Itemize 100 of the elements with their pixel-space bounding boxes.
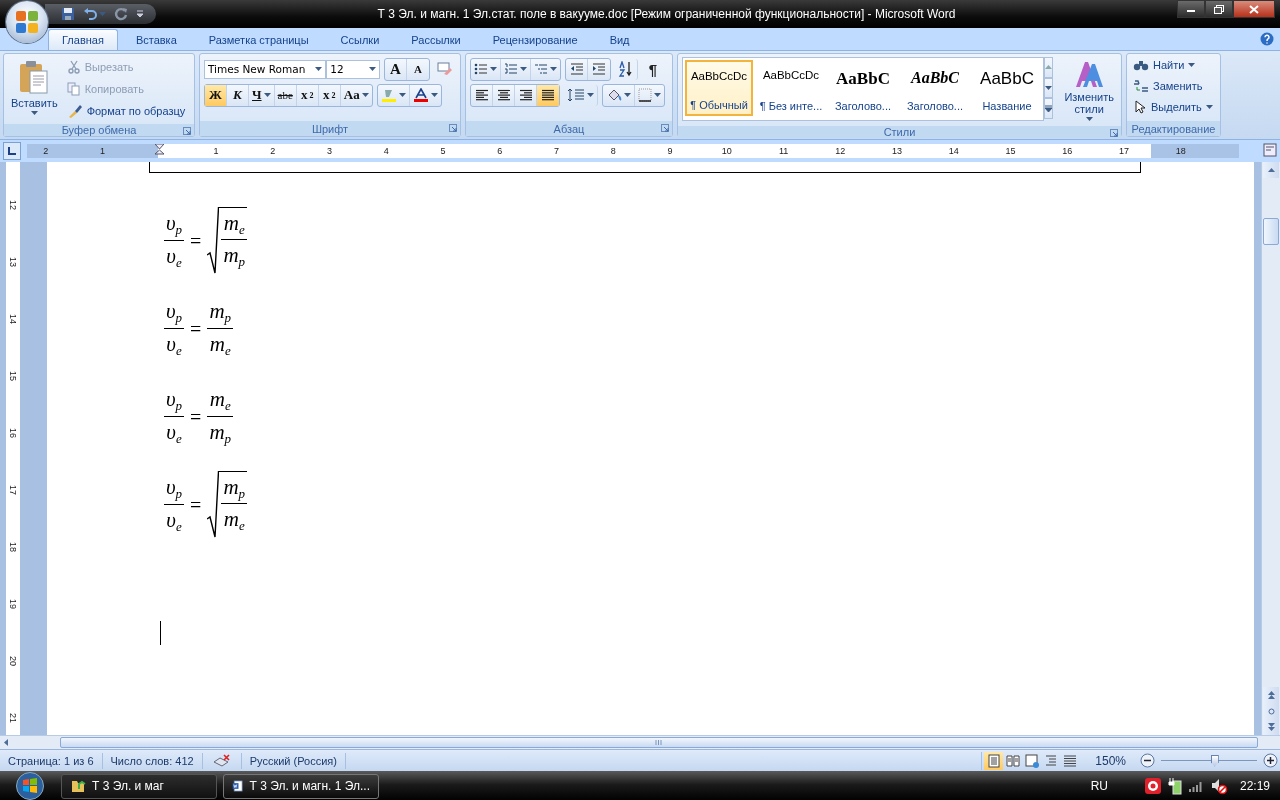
circle-icon	[1267, 707, 1275, 715]
equals-sign: =	[190, 229, 202, 253]
taskbar-button[interactable]: Т 3 Эл. и магн. 1 Эл...	[223, 773, 379, 799]
input-language[interactable]: RU	[1090, 779, 1108, 793]
zoom-slider-thumb[interactable]	[1210, 754, 1219, 767]
align-justify-button[interactable]	[537, 84, 559, 106]
vertical-scroll-thumb[interactable]	[1263, 218, 1279, 245]
grow-font-button[interactable]: A	[385, 58, 407, 80]
customize-toolbar-button[interactable]	[136, 10, 144, 18]
gallery-down-button[interactable]	[1044, 77, 1054, 99]
dialog-launcher-icon[interactable]	[183, 127, 191, 135]
office-logo-icon	[14, 9, 40, 35]
tab-stop-icon	[8, 147, 16, 155]
gallery-more-button[interactable]	[1044, 98, 1054, 119]
caret-icon	[1085, 117, 1093, 121]
ruler-number: 19	[8, 599, 18, 609]
equals-sign: =	[190, 317, 202, 341]
ruler-number: 10	[720, 146, 733, 156]
caret-icon	[587, 93, 594, 97]
clock[interactable]: 22:19	[1239, 779, 1270, 793]
more-icon	[1045, 105, 1053, 113]
underline-button[interactable]: Ч	[249, 84, 275, 106]
zoom-in-button[interactable]	[1263, 753, 1278, 768]
paste-button[interactable]: Вставить	[8, 57, 61, 121]
office-button[interactable]	[6, 1, 48, 43]
down-arrow-icon	[1045, 86, 1053, 90]
redo-button[interactable]	[114, 7, 128, 21]
signal-icon[interactable]	[1187, 779, 1204, 793]
ruler-number: 12	[834, 146, 847, 156]
ribbon-tab[interactable]: Вставка	[121, 29, 191, 50]
multilevel-list-icon	[534, 63, 548, 75]
binoculars-icon	[1133, 58, 1149, 72]
horizontal-scroll-thumb[interactable]	[60, 737, 1258, 748]
ruler-number: 8	[609, 146, 617, 156]
vertical-scrollbar[interactable]	[1261, 162, 1280, 735]
ruler-number: 1	[99, 146, 107, 156]
scroll-up-button[interactable]	[1263, 162, 1279, 178]
find-button[interactable]: Найти	[1131, 55, 1216, 75]
next-page-button[interactable]	[1263, 719, 1279, 735]
web-layout-icon	[1023, 752, 1040, 769]
copy-icon	[66, 82, 81, 96]
undo-button[interactable]	[83, 7, 106, 21]
windows-logo-icon	[13, 772, 47, 800]
print-view-button[interactable]	[984, 751, 1004, 770]
tab-stop-selector[interactable]	[3, 142, 21, 160]
fraction-denominator: m$_{e}$	[222, 506, 246, 534]
power-plug-icon[interactable]	[1167, 777, 1182, 795]
case-button[interactable]: Aa	[340, 84, 372, 106]
ribbon-tab[interactable]: Разметка страницы	[194, 29, 323, 50]
font-size-field[interactable]: 12	[326, 59, 380, 79]
select-button[interactable]: Выделить	[1131, 97, 1216, 117]
ribbon-tab[interactable]: Главная	[48, 29, 118, 50]
ribbon-tab[interactable]: Рецензирование	[478, 29, 592, 50]
shrink-font-button[interactable]: A	[407, 58, 429, 80]
ruler-number: 1	[212, 146, 220, 156]
minimize-button[interactable]	[1177, 0, 1205, 18]
change-styles-button[interactable]: Изменить стили	[1061, 57, 1117, 123]
language-indicator[interactable]: Русский (Россия)	[241, 752, 346, 769]
plus-icon	[1263, 753, 1278, 768]
fraction-numerator: υ$_{p}$	[163, 212, 185, 241]
help-icon[interactable]	[1260, 32, 1274, 46]
ribbon-tab[interactable]: Вид	[595, 29, 644, 50]
muted-speaker-icon[interactable]	[1209, 777, 1228, 795]
strike-button[interactable]: abe	[274, 84, 297, 106]
view-ruler-button[interactable]	[1263, 142, 1277, 160]
previous-page-button[interactable]	[1263, 687, 1279, 703]
grip-icon	[655, 740, 663, 745]
show-formatting-button[interactable]: ¶	[642, 58, 664, 80]
taskbar-button[interactable]: Т 3 Эл. и маг	[61, 773, 217, 799]
italic-button[interactable]: К	[227, 84, 249, 106]
bold-button[interactable]: Ж	[205, 84, 227, 106]
zoom-level[interactable]: 150%	[1095, 753, 1126, 768]
save-button[interactable]	[61, 7, 75, 21]
dialog-launcher-icon[interactable]	[661, 124, 669, 132]
dropdown-arrow-icon	[136, 10, 144, 18]
web-view-button[interactable]	[1022, 751, 1042, 770]
painter-button[interactable]: Формат по образцу	[64, 101, 188, 121]
double-down-arrow-icon	[1267, 723, 1275, 731]
close-button[interactable]	[1233, 0, 1275, 18]
clipboard-icon	[18, 59, 51, 95]
ruler-number: 13	[8, 257, 18, 267]
restore-button[interactable]	[1205, 0, 1233, 18]
proofing-error-icon[interactable]	[212, 753, 231, 768]
ribbon-tab[interactable]: Ссылки	[326, 29, 394, 50]
replace-button[interactable]: Заменить	[1131, 76, 1216, 96]
ruler-number: 4	[382, 146, 390, 156]
indent-marker-icon[interactable]	[154, 144, 164, 158]
page-count[interactable]: Страница: 1 из 6	[0, 752, 103, 769]
font-family-field[interactable]: Times New Roman	[204, 59, 327, 79]
target-icon[interactable]	[1143, 777, 1162, 795]
zoom-out-button[interactable]	[1140, 753, 1155, 768]
word-count[interactable]: Число слов: 412	[102, 752, 203, 769]
bullet-list-icon	[474, 63, 488, 75]
ruler-number: 13	[891, 146, 904, 156]
ribbon-tab[interactable]: Рассылки	[397, 29, 475, 50]
dialog-launcher-icon[interactable]	[449, 124, 457, 132]
style-item[interactable]: AaBbCcDc ¶ Обычный	[685, 60, 753, 116]
dialog-launcher-icon[interactable]	[1110, 129, 1118, 137]
caret-icon	[550, 67, 557, 71]
ruler-number: 14	[8, 314, 18, 324]
